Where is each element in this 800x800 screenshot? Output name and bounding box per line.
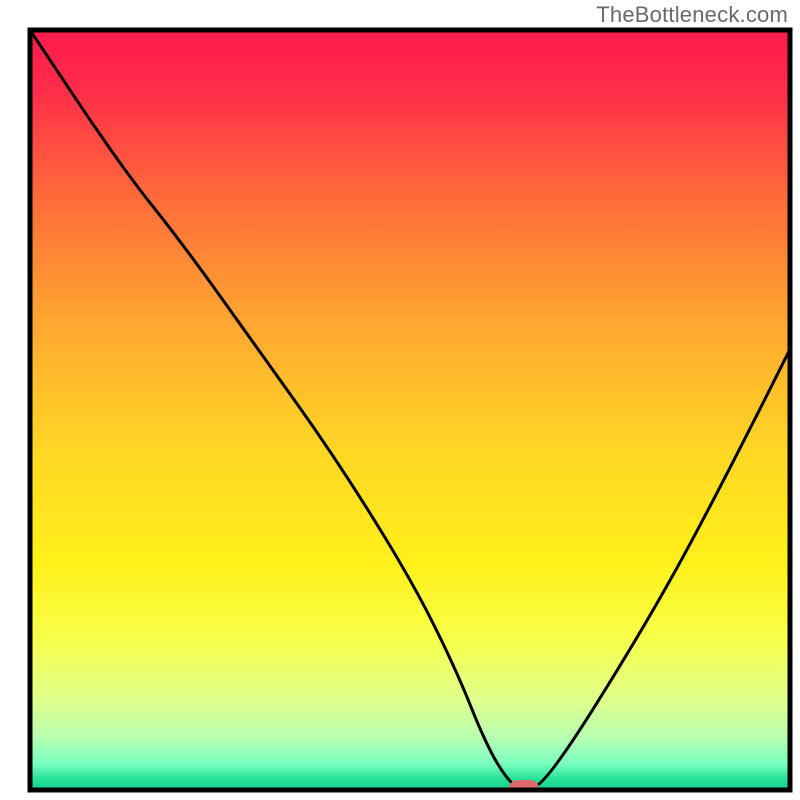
bottleneck-chart: TheBottleneck.com [0,0,800,800]
watermark-text: TheBottleneck.com [596,2,788,28]
chart-svg [0,0,800,800]
gradient-background [30,30,790,790]
